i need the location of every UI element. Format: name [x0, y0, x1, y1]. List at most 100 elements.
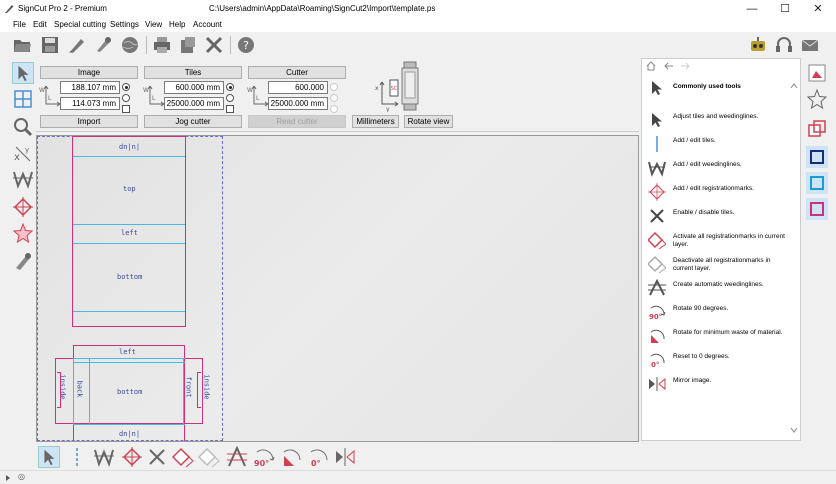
tool-deactivate-regmarks[interactable]: Deactivate all registrationmarks in curr…	[646, 253, 796, 275]
favorite-star-icon[interactable]	[806, 88, 828, 110]
tile-2[interactable]: left bottom dn|n| inside back front insi…	[55, 345, 211, 441]
image-radio-2[interactable]	[122, 94, 130, 102]
zoom-icon[interactable]	[12, 116, 34, 138]
tool-auto-weeding[interactable]: Create automatic weedinglines.	[646, 277, 796, 299]
image-radio-1[interactable]	[122, 83, 130, 91]
menu-view[interactable]: View	[145, 20, 162, 29]
cutter-height-input[interactable]: 25000.000 mm	[268, 97, 328, 110]
open-folder-icon[interactable]	[12, 35, 32, 55]
forward-arrow-icon[interactable]	[680, 61, 690, 71]
image-checkbox[interactable]	[122, 105, 130, 113]
menu-settings[interactable]: Settings	[110, 20, 139, 29]
tool-add-tiles[interactable]: Add / edit tiles.	[646, 133, 796, 155]
jog-cutter-button[interactable]: Jog cutter	[144, 115, 242, 128]
tool-rotate-min-waste[interactable]: Rotate for minimum waste of material.	[646, 325, 796, 347]
layer-navy-icon[interactable]	[806, 146, 828, 168]
select-arrow-icon[interactable]	[12, 62, 34, 84]
tool-enable-disable[interactable]: Enable / disable tiles.	[646, 205, 796, 227]
globe-icon[interactable]	[120, 35, 140, 55]
x-icon[interactable]	[146, 446, 168, 468]
tool-weedinglines[interactable]: Add / edit weedinglines.	[646, 157, 796, 179]
maximize-button[interactable]: ☐	[771, 0, 799, 18]
star-icon[interactable]	[12, 222, 34, 244]
weeding-line	[73, 224, 185, 225]
svg-text:x: x	[375, 85, 379, 92]
image-layer-icon[interactable]	[806, 62, 828, 84]
cutter-radio-2[interactable]	[330, 94, 338, 102]
tiles-radio-2[interactable]	[226, 94, 234, 102]
image-height-input[interactable]: 114.073 mm	[60, 97, 120, 110]
tiles-radio-1[interactable]	[226, 83, 234, 91]
layer-toolbar	[802, 58, 836, 258]
cutter-radio-3[interactable]	[330, 105, 338, 113]
print-icon[interactable]	[152, 35, 172, 55]
menu-special-cutting[interactable]: Special cutting	[54, 20, 106, 29]
close-button[interactable]: ✕	[804, 0, 832, 18]
panel-header-item: Commonly used tools	[646, 77, 796, 99]
headset-icon[interactable]	[774, 35, 794, 55]
layer-magenta-icon[interactable]	[806, 198, 828, 220]
regmark-icon[interactable]	[121, 446, 143, 468]
tool-rotate-90[interactable]: 90° Rotate 90 degrees.	[646, 301, 796, 323]
save-icon[interactable]	[40, 35, 60, 55]
pen-icon[interactable]	[67, 35, 87, 55]
tool-adjust-tiles[interactable]: Adjust tiles and weedinglines.	[646, 109, 796, 131]
activate-regmark-icon[interactable]	[172, 446, 194, 468]
regmark-icon[interactable]	[12, 196, 34, 218]
add-tile-icon[interactable]	[66, 446, 88, 468]
tiles-width-input[interactable]: 600.000 mm	[164, 81, 224, 94]
tile1-top-label: dn|n|	[119, 143, 141, 151]
back-arrow-icon[interactable]	[664, 61, 674, 71]
layer-cyan-icon[interactable]	[806, 172, 828, 194]
minimize-button[interactable]: —	[738, 0, 766, 18]
dimension-axes-icon: WL	[247, 85, 269, 107]
mirror-icon	[649, 377, 666, 391]
robot-icon[interactable]	[748, 35, 768, 55]
tile-1[interactable]: dn|n| top left bottom	[72, 136, 186, 327]
add-tile-icon	[656, 136, 658, 152]
tool-activate-regmarks[interactable]: Activate all registrationmarks in curren…	[646, 229, 796, 251]
tool-reset-rotation[interactable]: 0° Reset to 0 degrees.	[646, 349, 796, 371]
auto-weeding-icon[interactable]	[226, 446, 248, 468]
expand-right-icon[interactable]	[4, 474, 12, 482]
tool-label: Add / edit weedinglines.	[673, 161, 742, 168]
scroll-down-icon[interactable]	[790, 427, 798, 433]
tiles-height-input[interactable]: 25000.000 mm	[164, 97, 224, 110]
design-canvas[interactable]: dn|n| top left bottom left bottom dn|n| …	[36, 135, 639, 442]
layers-icon[interactable]	[806, 118, 828, 140]
mail-icon[interactable]	[800, 35, 820, 55]
xy-move-icon[interactable]: xy	[12, 142, 34, 164]
arrow-icon[interactable]	[38, 446, 60, 468]
rotate90-icon[interactable]: 90°	[253, 446, 275, 468]
knife-icon[interactable]	[12, 250, 34, 272]
reset-rotation-icon[interactable]: 0°	[307, 446, 329, 468]
activate-regmark-icon	[648, 231, 666, 249]
tools-icon[interactable]	[204, 35, 224, 55]
tool-regmarks[interactable]: Add / edit registrationmarks.	[646, 181, 796, 203]
weedingline-icon[interactable]	[93, 446, 115, 468]
mirror-icon[interactable]	[334, 446, 356, 468]
menu-account[interactable]: Account	[193, 20, 222, 29]
menu-help[interactable]: Help	[169, 20, 185, 29]
weedingline-icon[interactable]	[12, 168, 34, 190]
read-cutter-button[interactable]: Read cutter	[248, 115, 346, 128]
menu-file[interactable]: File	[13, 20, 26, 29]
millimeters-button[interactable]: Millimeters	[352, 115, 399, 128]
rotate-min-waste-icon[interactable]	[280, 446, 302, 468]
pen-tool-icon[interactable]	[93, 35, 113, 55]
tiles-checkbox[interactable]	[226, 105, 234, 113]
import-button[interactable]: Import	[40, 115, 138, 128]
help-icon[interactable]: ?	[236, 35, 256, 55]
image-width-input[interactable]: 188.107 mm	[60, 81, 120, 94]
menu-edit[interactable]: Edit	[33, 20, 47, 29]
tool-mirror[interactable]: Mirror image.	[646, 373, 796, 395]
tiles-grid-icon[interactable]	[12, 88, 34, 110]
svg-text:x: x	[14, 152, 20, 163]
cutter-radio-1[interactable]	[330, 83, 338, 91]
file-path: C:\Users\admin\AppData\Roaming\SignCut2\…	[209, 4, 436, 13]
deactivate-regmark-icon[interactable]	[198, 446, 220, 468]
rotate-view-button[interactable]: Rotate view	[404, 115, 453, 128]
cutter-width-input[interactable]: 600.000	[268, 81, 328, 94]
print-cut-icon[interactable]	[178, 35, 198, 55]
home-icon[interactable]	[646, 61, 656, 71]
